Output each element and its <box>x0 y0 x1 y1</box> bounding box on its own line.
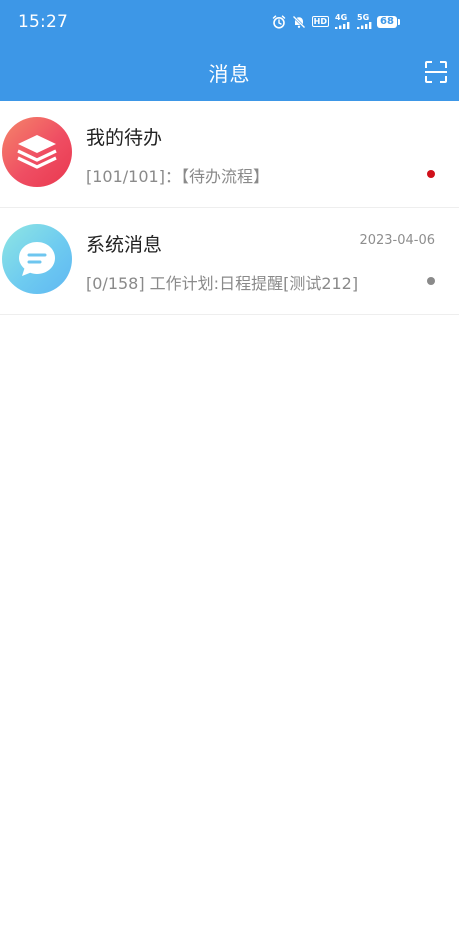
item-preview: [101/101]：【待办流程】 <box>86 167 269 186</box>
item-title: 系统消息 <box>86 234 163 256</box>
list-item-todo[interactable]: 我的待办 [101/101]：【待办流程】 <box>0 101 459 208</box>
item-title: 我的待办 <box>86 127 163 149</box>
stack-layers-icon <box>17 135 57 169</box>
alarm-icon <box>272 14 286 29</box>
app-screen: 15:27 HD 4G 5G 68 消息 我的待办 [101/101]：【待办流… <box>0 0 459 946</box>
battery-icon: 68 <box>377 16 397 28</box>
scan-button[interactable] <box>424 60 448 84</box>
battery-level: 68 <box>380 16 394 27</box>
list-item-system[interactable]: 系统消息 2023-04-06 [0/158] 工作计划:日程提醒[测试212] <box>0 208 459 315</box>
item-date: 2023-04-06 <box>359 233 435 248</box>
mute-bell-icon <box>292 15 306 29</box>
system-avatar <box>2 224 72 294</box>
scan-icon <box>425 61 447 83</box>
todo-avatar <box>2 117 72 187</box>
signal-icon <box>335 22 350 29</box>
read-dot <box>427 277 435 285</box>
unread-dot <box>427 170 435 178</box>
message-list: 我的待办 [101/101]：【待办流程】 系统消息 2023-04-06 [0… <box>0 101 459 315</box>
item-preview: [0/158] 工作计划:日程提醒[测试212] <box>86 274 359 293</box>
status-bar: 15:27 HD 4G 5G 68 <box>0 0 459 44</box>
status-time: 15:27 <box>18 12 68 32</box>
hd-label: HD <box>311 16 329 27</box>
signal-icon <box>357 22 372 29</box>
page-title: 消息 <box>208 62 251 86</box>
signal-4g: 4G <box>335 14 351 29</box>
signal-5g: 5G <box>357 14 373 29</box>
chat-bubble-icon <box>19 242 55 276</box>
network-5g-label: 5G <box>357 13 370 22</box>
network-4g-label: 4G <box>335 13 348 22</box>
hd-icon: HD <box>311 16 329 27</box>
battery-tip <box>398 19 400 25</box>
header: 15:27 HD 4G 5G 68 消息 <box>0 0 459 101</box>
